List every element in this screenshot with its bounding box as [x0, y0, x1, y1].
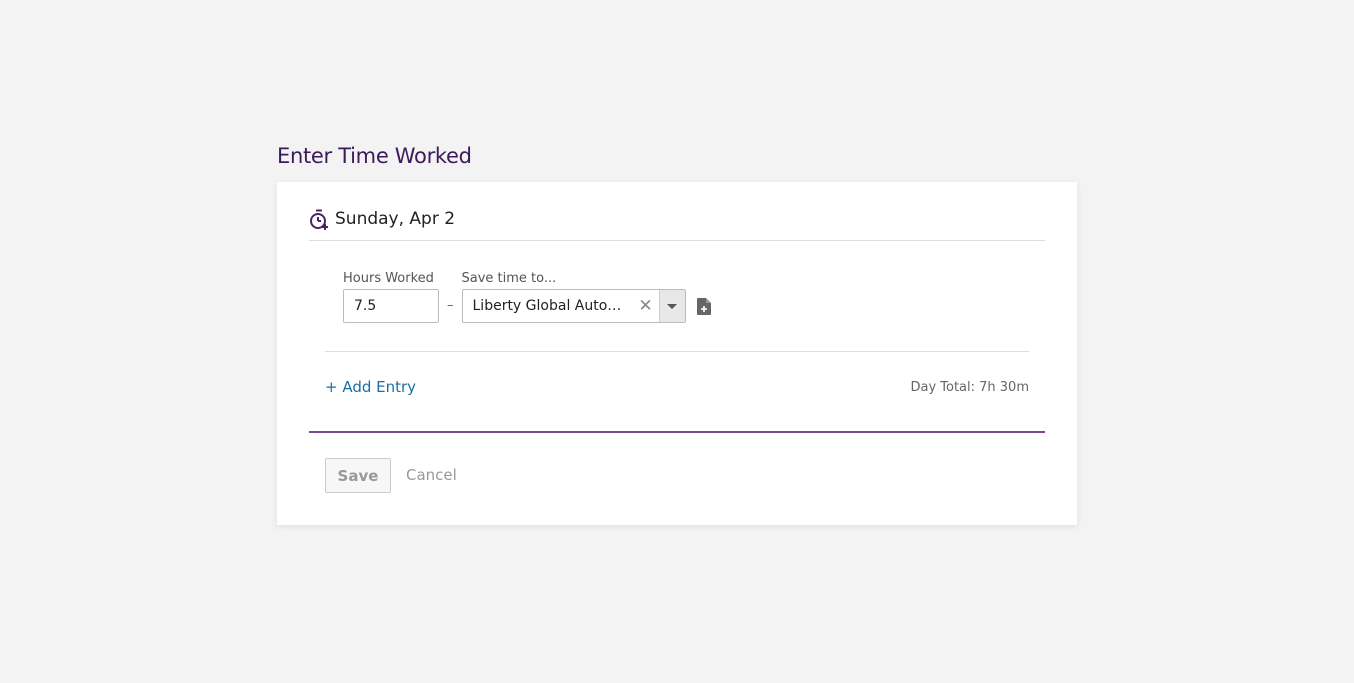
hours-worked-input[interactable] — [343, 289, 439, 323]
time-entry-row: Hours Worked – Save time to... Liberty G… — [343, 270, 711, 323]
document-plus-icon — [696, 297, 711, 315]
day-header: Sunday, Apr 2 — [309, 208, 1045, 241]
row-divider — [325, 351, 1029, 352]
dropdown-toggle[interactable] — [658, 290, 685, 322]
field-separator: – — [447, 298, 454, 313]
chevron-down-icon — [667, 303, 677, 309]
add-entry-link[interactable]: + Add Entry — [325, 378, 416, 396]
section-divider — [309, 431, 1045, 433]
save-to-select[interactable]: Liberty Global Automa… ✕ — [461, 289, 686, 323]
save-to-selected-value: Liberty Global Automa… — [472, 298, 633, 314]
stopwatch-plus-icon — [310, 209, 328, 230]
add-note-button[interactable] — [696, 289, 711, 323]
save-button[interactable]: Save — [325, 458, 391, 493]
page-title: Enter Time Worked — [277, 144, 472, 168]
cancel-button[interactable]: Cancel — [406, 466, 457, 484]
hours-field: Hours Worked — [343, 270, 439, 323]
save-to-label: Save time to... — [461, 271, 557, 286]
clear-selection-icon[interactable]: ✕ — [633, 296, 659, 316]
day-total: Day Total: 7h 30m — [910, 380, 1029, 395]
time-entry-card: Sunday, Apr 2 Hours Worked – Save time t… — [277, 182, 1077, 525]
day-label: Sunday, Apr 2 — [335, 209, 456, 229]
hours-worked-label: Hours Worked — [343, 271, 434, 286]
save-to-field: Save time to... Liberty Global Automa… ✕ — [461, 270, 686, 323]
